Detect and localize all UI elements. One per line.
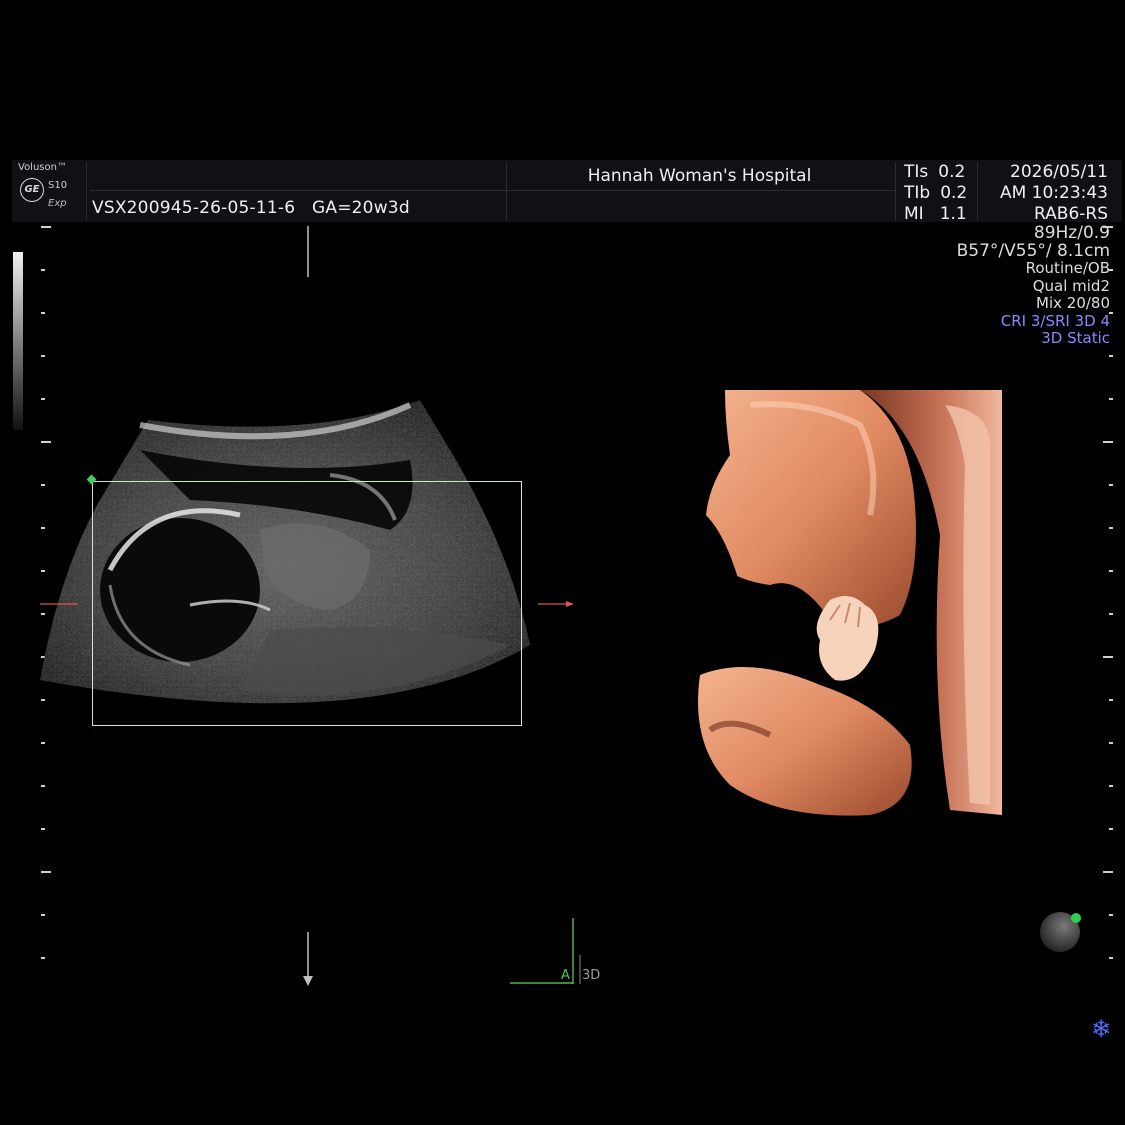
depth-tick — [1109, 613, 1113, 615]
render-3d-image — [690, 390, 1002, 816]
frame-rate: 89Hz/0.9 — [1033, 223, 1110, 243]
date-time: 2026/05/11 AM 10:23:43 RAB6-RS — [1000, 162, 1108, 225]
depth-tick — [41, 828, 45, 830]
imaging-parameters: 89Hz/0.9 B57°/V55°/ 8.1cm Routine/OB Qua… — [957, 224, 1110, 348]
cri-sri: CRI 3/SRI 3D 4 — [1000, 311, 1110, 330]
header-bar: Voluson™ GE S10 Exp VSX200945-26-05-11-6… — [12, 160, 1122, 225]
depth-tick — [41, 914, 45, 916]
depth-tick — [41, 957, 45, 959]
sweep-angles: B57°/V55°/ 8.1cm — [956, 241, 1110, 261]
index-tis: TIs 0.2 — [904, 162, 966, 182]
depth-tick — [1109, 957, 1113, 959]
scan-mode: 3D Static — [1041, 329, 1110, 347]
depth-tick — [1109, 527, 1113, 529]
acoustic-indices: TIs 0.2 TIb 0.2 MI 1.1 — [904, 162, 967, 225]
model-name: S10 — [48, 180, 68, 191]
quality: Qual mid2 — [1032, 276, 1110, 295]
depth-tick — [1109, 312, 1113, 314]
preset: Routine/OB — [1025, 259, 1110, 277]
depth-tick — [41, 742, 45, 744]
depth-tick — [41, 785, 45, 787]
index-mi: MI 1.1 — [904, 204, 967, 224]
depth-tick — [1103, 871, 1113, 873]
mix: Mix 20/80 — [1036, 294, 1110, 312]
depth-tick — [1109, 785, 1113, 787]
depth-tick — [1109, 828, 1113, 830]
edition-name: Exp — [48, 198, 67, 209]
depth-tick — [41, 226, 51, 228]
right-arrow-icon — [566, 601, 574, 607]
grayscale-bar — [13, 252, 23, 430]
down-arrow-icon — [303, 976, 313, 986]
depth-tick — [1103, 656, 1113, 658]
depth-tick — [41, 355, 45, 357]
roi-box[interactable] — [92, 481, 522, 726]
ge-logo-icon: GE — [20, 178, 44, 202]
orientation-marker-icon — [1071, 913, 1081, 923]
probe-name: RAB6-RS — [1034, 204, 1108, 224]
depth-tick — [1109, 914, 1113, 916]
snowflake-icon[interactable]: ❄ — [1091, 1015, 1111, 1043]
axis-label-a: A — [561, 968, 570, 983]
axis-label-3d: 3D — [582, 968, 601, 983]
depth-tick — [1103, 441, 1113, 443]
brand-name: Voluson™ — [18, 162, 67, 173]
depth-tick — [41, 312, 45, 314]
hospital-name: Hannah Woman's Hospital — [587, 166, 812, 186]
header-divider — [977, 162, 978, 220]
depth-tick — [1109, 742, 1113, 744]
patient-id: VSX200945-26-05-11-6 GA=20w3d — [92, 198, 410, 218]
exam-date: 2026/05/11 — [1010, 162, 1108, 182]
depth-tick — [1109, 570, 1113, 572]
depth-tick — [41, 269, 45, 271]
header-divider — [895, 162, 896, 220]
depth-tick — [1109, 699, 1113, 701]
depth-tick — [1109, 269, 1113, 271]
header-divider — [86, 162, 87, 220]
depth-tick — [1109, 484, 1113, 486]
depth-tick — [1109, 355, 1113, 357]
depth-tick — [1103, 226, 1113, 228]
exam-time: AM 10:23:43 — [999, 183, 1108, 203]
index-tib: TIb 0.2 — [904, 183, 968, 203]
brand-logo: Voluson™ GE S10 Exp — [12, 160, 84, 222]
header-divider — [90, 190, 895, 191]
depth-tick — [41, 871, 51, 873]
depth-tick — [1109, 398, 1113, 400]
